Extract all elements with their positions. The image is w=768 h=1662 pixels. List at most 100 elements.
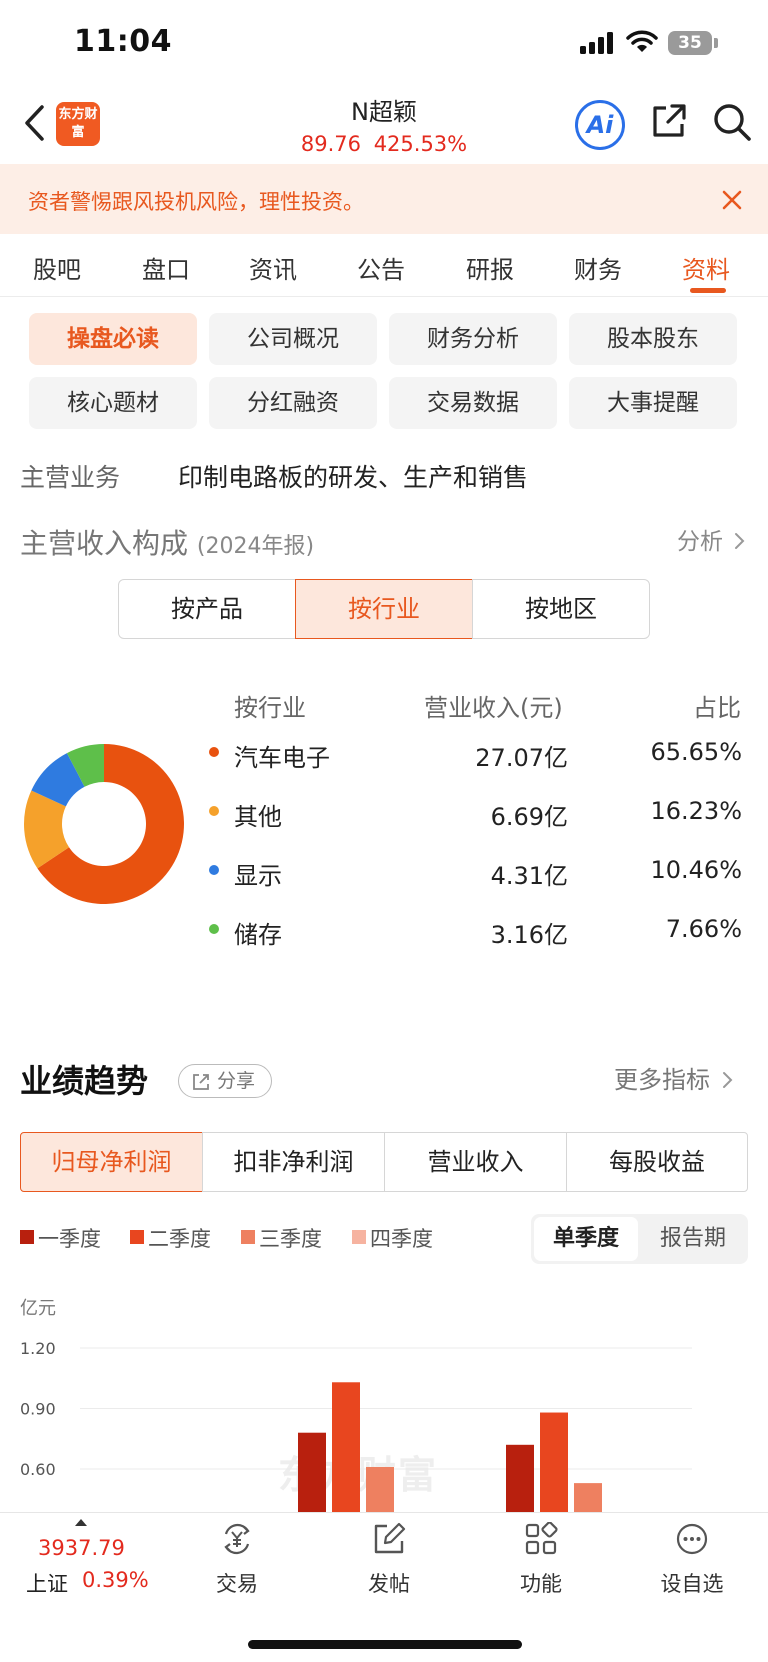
y-tick-label: 0.90 bbox=[20, 1400, 56, 1419]
price-value: 89.76 bbox=[300, 132, 361, 156]
status-time: 11:04 bbox=[74, 24, 172, 59]
sub-tab-company-overview[interactable]: 公司概况 bbox=[209, 313, 377, 365]
tab-guba[interactable]: 股吧 bbox=[33, 250, 81, 285]
period-single-quarter[interactable]: 单季度 bbox=[534, 1217, 638, 1261]
tab-announcements[interactable]: 公告 bbox=[357, 250, 405, 285]
row-revenue: 6.69亿 bbox=[490, 803, 568, 831]
sub-tab-financial-analysis[interactable]: 财务分析 bbox=[389, 313, 557, 365]
cellular-signal-icon bbox=[580, 32, 613, 54]
legend-label-q1: 一季度 bbox=[38, 1227, 101, 1251]
share-label: 分享 bbox=[217, 1070, 256, 1092]
revenue-year: (2024年报) bbox=[196, 534, 315, 559]
metric-tab-net-profit[interactable]: 归母净利润 bbox=[20, 1132, 203, 1192]
more-dots-icon[interactable] bbox=[675, 1522, 709, 1556]
legend-swatch-q3 bbox=[241, 1230, 255, 1244]
sub-tab-core-themes[interactable]: 核心题材 bbox=[29, 377, 197, 429]
home-indicator bbox=[248, 1640, 522, 1649]
row-revenue: 3.16亿 bbox=[490, 921, 568, 949]
row-name: 其他 bbox=[234, 803, 282, 831]
tab-profile[interactable]: 资料 bbox=[682, 250, 730, 285]
tabs-divider bbox=[0, 296, 768, 297]
legend-dot bbox=[209, 806, 219, 816]
index-value[interactable]: 3937.79 bbox=[38, 1536, 125, 1560]
main-business-value: 印制电路板的研发、生产和销售 bbox=[178, 463, 529, 492]
nav-label-trade[interactable]: 交易 bbox=[187, 1568, 287, 1598]
more-metrics-label: 更多指标 bbox=[614, 1066, 710, 1094]
legend-dot bbox=[209, 865, 219, 875]
close-icon[interactable] bbox=[722, 190, 742, 210]
y-tick-label: 1.20 bbox=[20, 1339, 56, 1358]
row-name: 显示 bbox=[234, 862, 282, 890]
row-name: 储存 bbox=[234, 921, 282, 949]
risk-warning-text: 资者警惕跟风投机风险，理性投资。 bbox=[28, 190, 364, 214]
bar bbox=[540, 1412, 568, 1512]
legend-label-q4: 四季度 bbox=[370, 1227, 433, 1251]
legend-label-q2: 二季度 bbox=[148, 1227, 211, 1251]
tab-news[interactable]: 资讯 bbox=[249, 250, 297, 285]
chevron-right-icon bbox=[722, 1072, 733, 1088]
ai-assistant-button[interactable]: Ai bbox=[575, 100, 625, 150]
column-header-share: 占比 bbox=[693, 694, 741, 722]
segment-by-product[interactable]: 按产品 bbox=[118, 579, 296, 639]
row-share: 65.65% bbox=[650, 738, 742, 766]
revenue-composition-title: 主营收入构成 (2024年报) bbox=[20, 522, 314, 562]
segment-by-industry[interactable]: 按行业 bbox=[295, 579, 473, 639]
revenue-donut-chart bbox=[23, 744, 185, 904]
tab-pankou[interactable]: 盘口 bbox=[142, 250, 190, 285]
nav-label-watchlist[interactable]: 设自选 bbox=[642, 1568, 742, 1598]
chevron-left-icon[interactable] bbox=[22, 104, 46, 142]
active-tab-indicator bbox=[690, 288, 726, 293]
metric-tab-eps[interactable]: 每股收益 bbox=[566, 1132, 748, 1192]
battery-indicator: 35 bbox=[668, 31, 712, 55]
legend-label-q3: 三季度 bbox=[259, 1227, 322, 1251]
bar bbox=[332, 1382, 360, 1512]
sub-tab-events[interactable]: 大事提醒 bbox=[569, 377, 737, 429]
row-share: 10.46% bbox=[650, 856, 742, 884]
edit-post-icon[interactable] bbox=[372, 1522, 406, 1556]
yuan-exchange-icon[interactable] bbox=[220, 1522, 254, 1556]
sub-tab-dividends[interactable]: 分红融资 bbox=[209, 377, 377, 429]
main-business-label: 主营业务 bbox=[20, 463, 121, 492]
segment-by-region[interactable]: 按地区 bbox=[472, 579, 650, 639]
app-logo[interactable]: 东方财富 bbox=[56, 102, 100, 146]
change-percent: 425.53% bbox=[373, 132, 468, 156]
sub-tab-trading-data[interactable]: 交易数据 bbox=[389, 377, 557, 429]
metric-tab-deducted-profit[interactable]: 扣非净利润 bbox=[202, 1132, 385, 1192]
stock-name: N超颖 bbox=[351, 98, 417, 126]
sub-tab-shareholders[interactable]: 股本股东 bbox=[569, 313, 737, 365]
metric-tab-revenue[interactable]: 营业收入 bbox=[384, 1132, 567, 1192]
nav-label-functions[interactable]: 功能 bbox=[491, 1568, 591, 1598]
revenue-title-text: 主营收入构成 bbox=[20, 527, 189, 560]
bar bbox=[574, 1483, 602, 1512]
chart-unit-label: 亿元 bbox=[20, 1298, 56, 1319]
legend-dot bbox=[209, 924, 219, 934]
share-external-icon[interactable] bbox=[650, 102, 688, 140]
index-name[interactable]: 上证 bbox=[26, 1568, 68, 1598]
tab-research[interactable]: 研报 bbox=[466, 250, 514, 285]
period-report[interactable]: 报告期 bbox=[640, 1217, 746, 1261]
performance-bar-chart: 1.20 0.90 0.60 bbox=[20, 1339, 692, 1512]
stock-price: 89.76 425.53% bbox=[234, 132, 534, 156]
wifi-icon bbox=[626, 30, 658, 52]
tab-finance[interactable]: 财务 bbox=[574, 250, 622, 285]
share-icon bbox=[193, 1074, 209, 1090]
row-revenue: 27.07亿 bbox=[475, 744, 568, 772]
row-share: 7.66% bbox=[665, 915, 742, 943]
bar bbox=[366, 1466, 394, 1512]
search-icon[interactable] bbox=[712, 102, 752, 142]
more-metrics-link[interactable]: 更多指标 bbox=[614, 1060, 734, 1095]
legend-swatch-q4 bbox=[352, 1230, 366, 1244]
nav-label-post[interactable]: 发帖 bbox=[339, 1568, 439, 1598]
row-share: 16.23% bbox=[650, 797, 742, 825]
sub-tab-trading-guide[interactable]: 操盘必读 bbox=[29, 313, 197, 365]
bar bbox=[298, 1432, 326, 1512]
column-header-revenue: 营业收入(元) bbox=[424, 694, 563, 722]
legend-dot bbox=[209, 747, 219, 757]
share-button[interactable]: 分享 bbox=[178, 1064, 272, 1098]
analysis-label: 分析 bbox=[677, 529, 723, 555]
column-header-industry: 按行业 bbox=[234, 694, 306, 722]
index-change[interactable]: 0.39% bbox=[82, 1568, 149, 1592]
grid-apps-icon[interactable] bbox=[524, 1522, 558, 1556]
analysis-link[interactable]: 分析 bbox=[677, 522, 746, 556]
caret-up-icon[interactable] bbox=[74, 1518, 88, 1527]
